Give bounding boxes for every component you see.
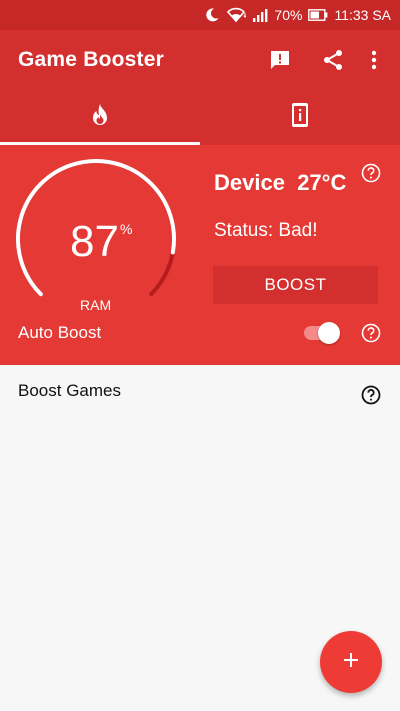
app-title: Game Booster [18, 48, 164, 71]
app-bar: Game Booster [0, 30, 400, 90]
device-label: Device [214, 170, 285, 195]
device-temperature: Device 27°C [214, 170, 346, 196]
share-icon[interactable] [319, 46, 347, 74]
boost-panel: 87 % RAM Device 27°C Status: Bad! BOOST … [0, 145, 400, 365]
wifi-icon [226, 7, 247, 23]
auto-boost-help-icon[interactable] [361, 323, 381, 343]
add-game-button[interactable] [320, 631, 382, 693]
ram-label: RAM [80, 297, 112, 313]
flame-icon [89, 103, 111, 132]
battery-icon [308, 9, 328, 21]
ram-unit: % [120, 221, 133, 237]
moon-icon [204, 7, 220, 23]
clock: 11:33 SA [334, 7, 391, 23]
temperature-value: 27°C [297, 170, 347, 195]
boost-games-help-icon[interactable] [361, 385, 381, 405]
tab-device-info[interactable] [200, 90, 400, 145]
device-help-icon[interactable] [361, 163, 381, 183]
plus-icon [343, 652, 359, 673]
toggle-knob [318, 322, 340, 344]
auto-boost-toggle[interactable] [302, 321, 340, 345]
feedback-icon[interactable] [266, 46, 294, 74]
status-bar: 70% 11:33 SA [0, 0, 400, 30]
boost-games-title: Boost Games [18, 381, 121, 400]
ram-value: 87 [70, 217, 119, 266]
auto-boost-label: Auto Boost [18, 323, 102, 342]
phone-info-icon [291, 102, 309, 133]
device-status: Status: Bad! [214, 220, 318, 241]
boost-button[interactable]: BOOST [213, 266, 378, 304]
signal-icon [252, 8, 268, 22]
battery-percent: 70% [274, 7, 303, 23]
more-vert-icon[interactable] [360, 46, 388, 74]
tab-bar [0, 90, 400, 145]
tab-boost[interactable] [0, 90, 200, 145]
